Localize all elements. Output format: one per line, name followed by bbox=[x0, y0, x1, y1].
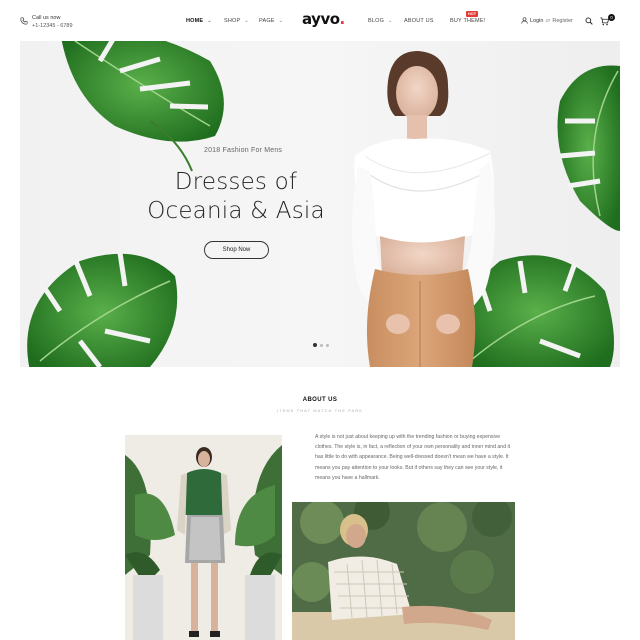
about-body: A style is not just about keeping up wit… bbox=[315, 434, 511, 481]
slider-dot-1[interactable] bbox=[313, 343, 317, 347]
nav-blog-label: BLOG bbox=[368, 18, 385, 24]
site-header: Call us now +1-12345 - 6789 HOME ⌄ SHOP ⌄ … bbox=[0, 0, 640, 42]
nav-page[interactable]: PAGE ⌄ bbox=[259, 18, 283, 24]
call-us[interactable]: Call us now +1-12345 - 6789 bbox=[20, 14, 73, 30]
logo-dot: . bbox=[339, 10, 346, 28]
chevron-down-icon: ⌄ bbox=[388, 18, 393, 24]
nav-buy-theme-label: BUY THEME! bbox=[450, 18, 486, 24]
about-title: ABOUT US bbox=[302, 397, 338, 403]
hero-model bbox=[351, 51, 495, 367]
nav-about[interactable]: ABOUT US bbox=[404, 18, 434, 24]
about-photo-2 bbox=[292, 502, 515, 640]
hero-subtitle: 2018 Fashion For Mens bbox=[204, 147, 283, 154]
nav-home[interactable]: HOME ⌄ bbox=[186, 18, 212, 24]
search-icon[interactable] bbox=[585, 17, 593, 25]
nav-shop[interactable]: SHOP ⌄ bbox=[224, 18, 249, 24]
nav-about-label: ABOUT US bbox=[404, 18, 434, 24]
register-link[interactable]: Register bbox=[552, 18, 572, 24]
chevron-down-icon: ⌄ bbox=[207, 18, 212, 24]
slider-dot-3[interactable] bbox=[326, 343, 329, 347]
login-or: or bbox=[545, 17, 551, 24]
user-icon bbox=[521, 17, 528, 24]
nav-shop-label: SHOP bbox=[224, 18, 241, 24]
monstera-leaf-top-left bbox=[61, 41, 224, 172]
chevron-down-icon: ⌄ bbox=[244, 18, 249, 24]
hot-badge: HOT bbox=[466, 11, 479, 17]
call-number: +1-12345 - 6789 bbox=[32, 23, 73, 29]
cart-count-badge: 0 bbox=[608, 14, 615, 21]
call-label: Call us now bbox=[32, 15, 61, 21]
login-register[interactable]: Login or Register bbox=[521, 17, 573, 24]
nav-page-label: PAGE bbox=[259, 18, 275, 24]
monstera-leaf-bottom-left bbox=[27, 252, 178, 367]
hero-title-line-1: Dresses of bbox=[174, 169, 298, 195]
hero-title-line-2: Oceania & Asia bbox=[147, 198, 325, 224]
nav-blog[interactable]: BLOG ⌄ bbox=[368, 18, 392, 24]
slider-dots bbox=[313, 343, 329, 347]
shop-now-button[interactable]: Shop Now bbox=[204, 241, 269, 259]
slider-dot-2[interactable] bbox=[320, 343, 323, 347]
hero-title: Dresses of Oceania & Asia bbox=[126, 168, 346, 226]
nav-buy-theme[interactable]: BUY THEME! bbox=[450, 18, 485, 24]
hero-slider: 2018 Fashion For Mens Dresses of Oceania… bbox=[20, 41, 620, 367]
site-logo[interactable]: ayvo. bbox=[302, 10, 345, 28]
chevron-down-icon: ⌄ bbox=[278, 18, 284, 24]
nav-home-label: HOME bbox=[186, 18, 204, 24]
logo-text: ayvo bbox=[302, 10, 340, 28]
login-link[interactable]: Login bbox=[530, 18, 543, 24]
phone-icon bbox=[20, 17, 28, 25]
about-tagline: ITEMS THAT MATCH THE PARK bbox=[276, 409, 364, 413]
about-photo-1 bbox=[125, 435, 282, 640]
monstera-leaf-top-right bbox=[557, 65, 620, 231]
